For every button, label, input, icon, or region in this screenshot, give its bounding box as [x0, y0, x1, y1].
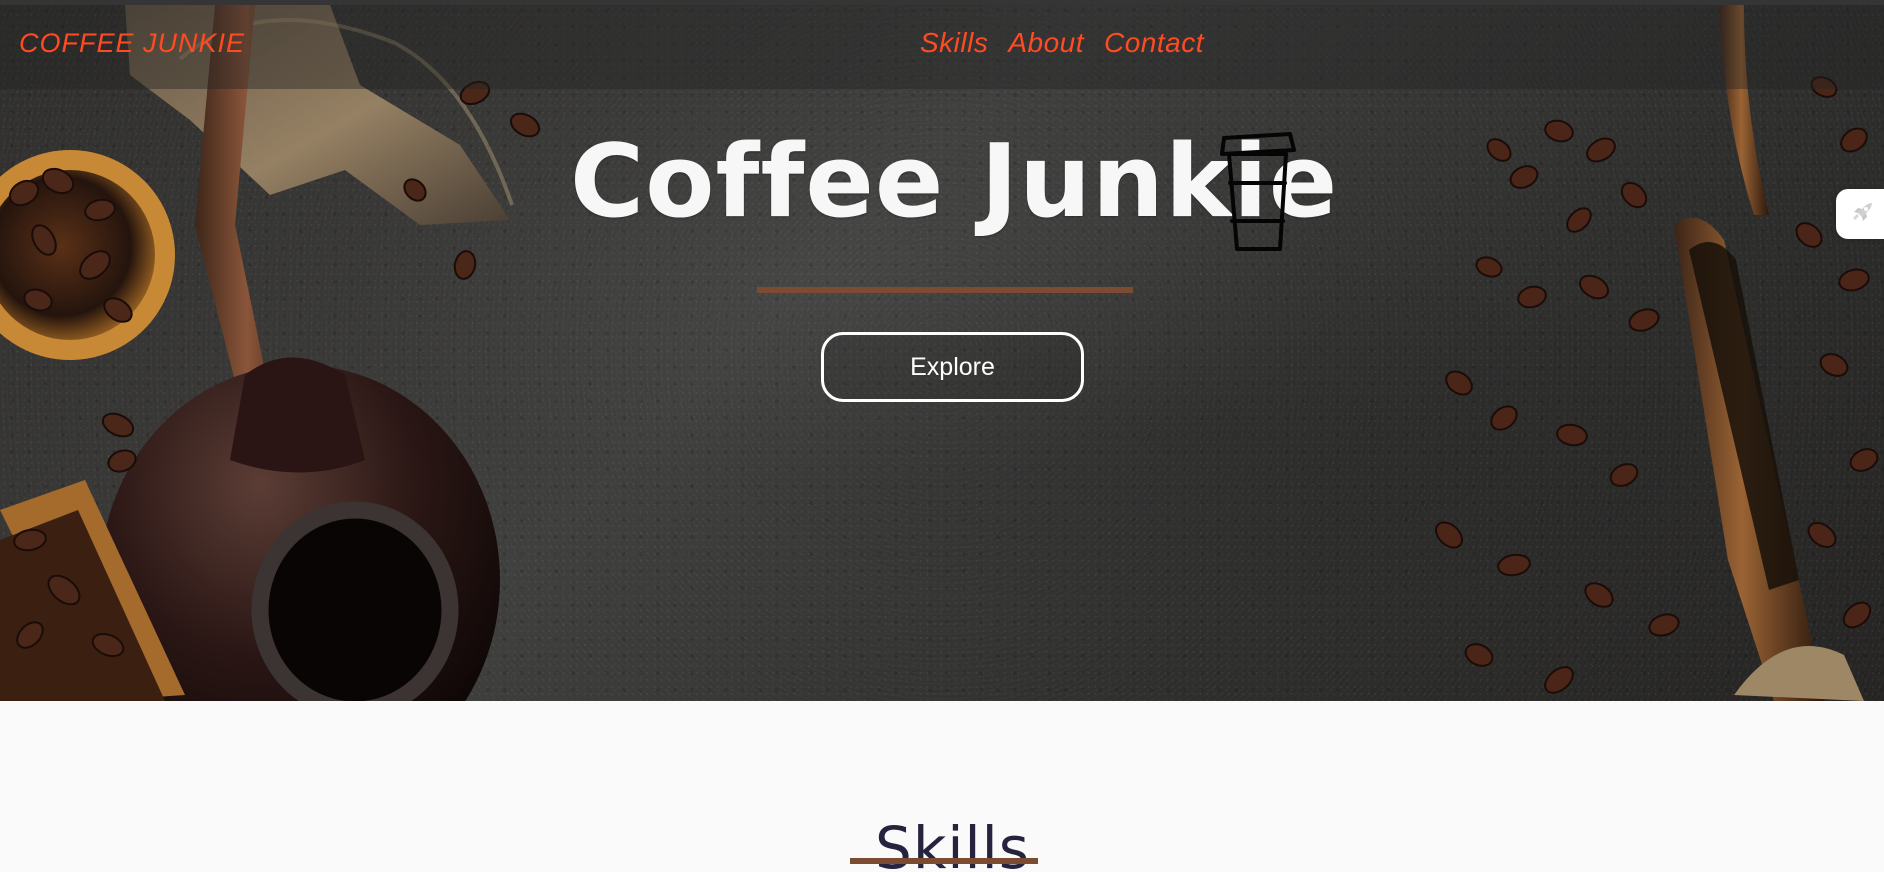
main-navigation: Skills About Contact	[920, 27, 1204, 59]
coffee-beans-right-image	[1434, 5, 1879, 701]
coffee-junkie-page: COFFEE JUNKIE Skills About Contact Coffe…	[0, 0, 1884, 872]
nav-link-contact[interactable]: Contact	[1104, 27, 1204, 59]
nav-link-skills[interactable]: Skills	[920, 27, 988, 59]
skills-section: Skills	[0, 701, 1884, 872]
explore-button[interactable]: Explore	[821, 332, 1084, 402]
nav-link-about[interactable]: About	[1008, 27, 1084, 59]
hero-divider	[757, 287, 1133, 293]
browser-top-strip	[0, 0, 1884, 5]
hero-title-group: Coffee Junkie	[570, 122, 1337, 252]
coffee-cup-icon	[1220, 132, 1296, 251]
skills-divider	[850, 858, 1038, 864]
coffee-beans-left-image	[0, 5, 541, 701]
side-floating-tab[interactable]	[1836, 189, 1884, 239]
rocket-icon	[1853, 203, 1872, 221]
brand-logo[interactable]: COFFEE JUNKIE	[19, 28, 245, 59]
